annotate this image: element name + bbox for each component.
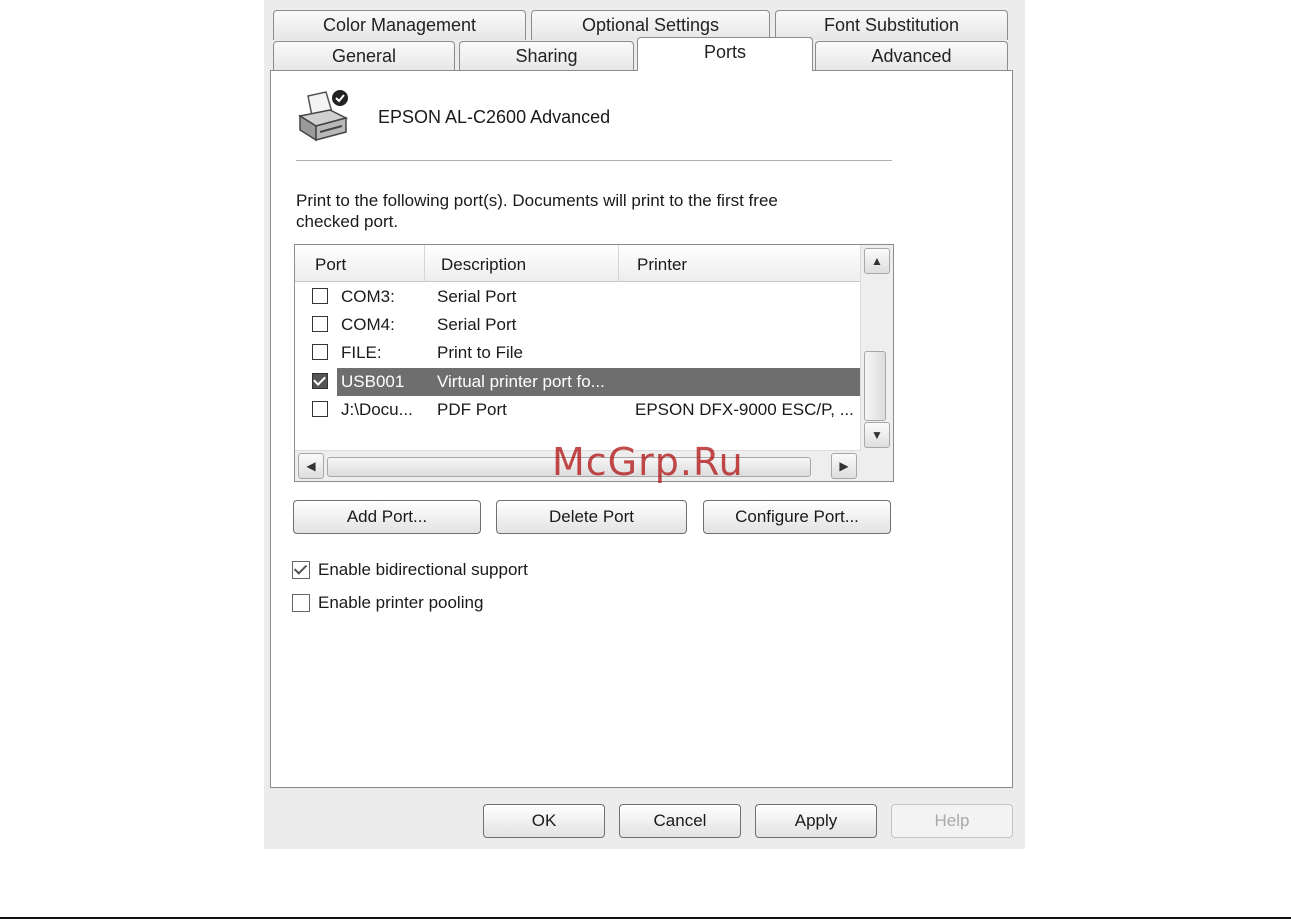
- tab-sharing[interactable]: Sharing: [459, 41, 634, 71]
- port-cell: FILE:: [341, 343, 382, 362]
- port-cell: COM3:: [341, 287, 395, 306]
- help-button[interactable]: Help: [891, 804, 1013, 838]
- watermark: McGrp.Ru: [552, 440, 744, 484]
- tab-general[interactable]: General: [273, 41, 455, 71]
- apply-button[interactable]: Apply: [755, 804, 877, 838]
- description-cell: Serial Port: [437, 287, 517, 306]
- description-cell: PDF Port: [437, 400, 507, 419]
- port-checkbox[interactable]: [312, 316, 328, 332]
- port-checkbox[interactable]: [312, 401, 328, 417]
- port-cell: USB001: [341, 372, 405, 391]
- scroll-up-icon[interactable]: ▲: [864, 248, 890, 274]
- table-row[interactable]: FILE: Print to File: [295, 339, 861, 367]
- column-header-description[interactable]: Description: [425, 245, 619, 281]
- column-header-port[interactable]: Port: [295, 245, 425, 281]
- description-cell: Virtual printer port fo...: [437, 372, 605, 391]
- printer-name: EPSON AL-C2600 Advanced: [378, 107, 611, 127]
- scroll-right-icon[interactable]: ▶: [831, 453, 857, 479]
- port-checkbox[interactable]: [312, 344, 328, 360]
- table-row[interactable]: J:\Docu... PDF Port EPSON DFX-9000 ESC/P…: [295, 396, 861, 424]
- vertical-scrollbar[interactable]: ▲ ▼: [860, 245, 893, 451]
- printer-pooling-checkbox[interactable]: [292, 594, 310, 612]
- tab-color-management[interactable]: Color Management: [273, 10, 526, 40]
- port-cell: J:\Docu...: [341, 400, 413, 419]
- ports-list-header: Port Description Printer: [295, 245, 861, 282]
- bidirectional-support-label[interactable]: Enable bidirectional support: [318, 560, 528, 580]
- tab-ports[interactable]: Ports: [637, 37, 813, 71]
- tab-advanced[interactable]: Advanced: [815, 41, 1008, 71]
- description-cell: Print to File: [437, 343, 523, 362]
- table-row[interactable]: COM3: Serial Port: [295, 283, 861, 311]
- delete-port-button[interactable]: Delete Port: [496, 500, 687, 534]
- port-checkbox[interactable]: [312, 288, 328, 304]
- ports-description: Print to the following port(s). Document…: [296, 191, 778, 231]
- port-cell: COM4:: [341, 315, 395, 334]
- tab-optional-settings[interactable]: Optional Settings: [531, 10, 770, 40]
- table-row-selected[interactable]: USB001 Virtual printer port fo...: [295, 368, 863, 396]
- printer-cell: EPSON DFX-9000 ESC/P, ...: [635, 400, 854, 419]
- page-bottom-rule: [0, 917, 1291, 919]
- cancel-button[interactable]: Cancel: [619, 804, 741, 838]
- scroll-down-icon[interactable]: ▼: [864, 422, 890, 448]
- scrollbar-corner: [861, 451, 893, 481]
- scroll-left-icon[interactable]: ◀: [298, 453, 324, 479]
- description-cell: Serial Port: [437, 315, 517, 334]
- configure-port-button[interactable]: Configure Port...: [703, 500, 891, 534]
- ok-button[interactable]: OK: [483, 804, 605, 838]
- separator: [296, 160, 892, 161]
- bidirectional-support-checkbox[interactable]: [292, 561, 310, 579]
- tab-font-substitution[interactable]: Font Substitution: [775, 10, 1008, 40]
- add-port-button[interactable]: Add Port...: [293, 500, 481, 534]
- column-header-printer[interactable]: Printer: [619, 245, 861, 281]
- vertical-scroll-thumb[interactable]: [864, 351, 886, 421]
- port-checkbox-checked[interactable]: [312, 373, 328, 389]
- table-row[interactable]: COM4: Serial Port: [295, 311, 861, 339]
- printer-pooling-label[interactable]: Enable printer pooling: [318, 593, 483, 613]
- printer-icon: [298, 90, 349, 142]
